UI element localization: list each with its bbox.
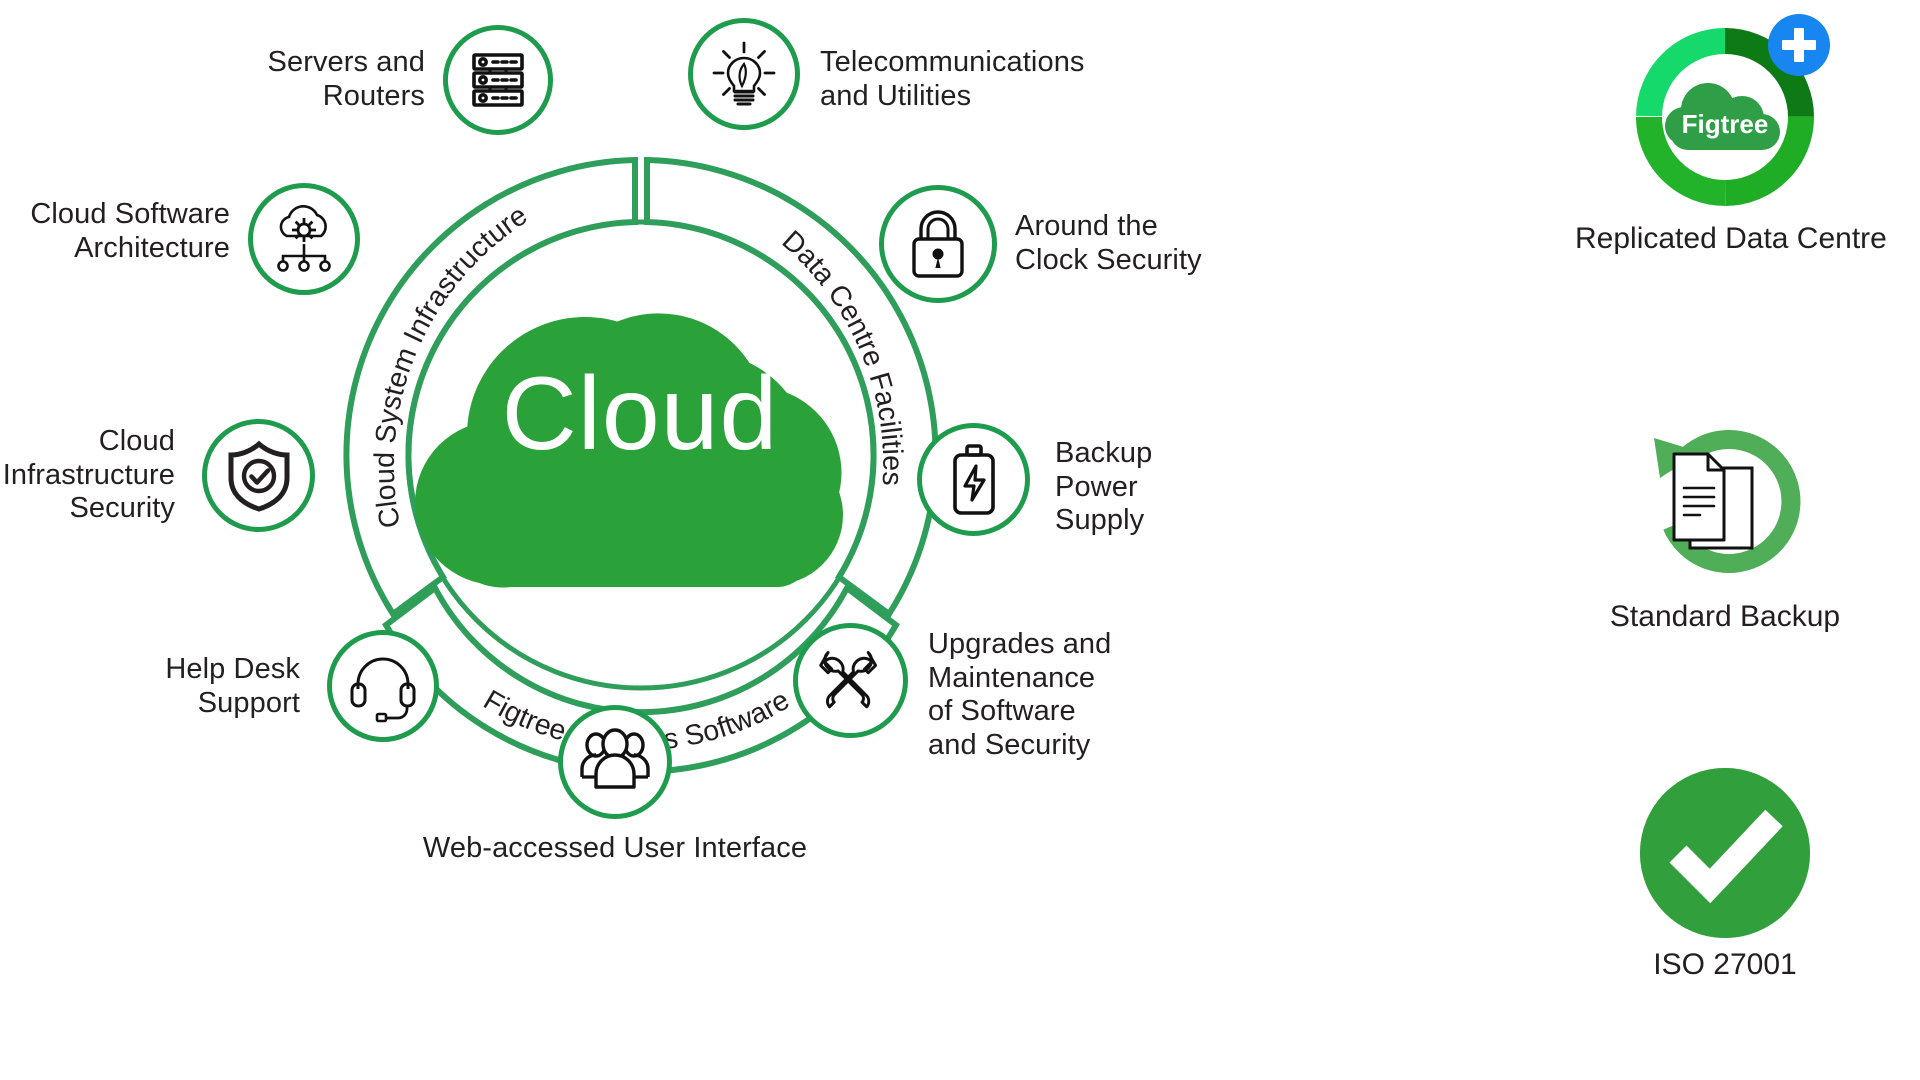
node-label-cloud-software-architecture: Cloud Software Architecture: [30, 198, 230, 264]
node-label-cloud-infrastructure-security: Cloud Infrastructure Security: [2, 425, 175, 525]
server-rack-icon: [443, 25, 553, 135]
users-group-icon: [558, 705, 672, 819]
node-label-around-the-clock-security: Around the Clock Security: [1015, 210, 1202, 276]
rail-item-standard-backup[interactable]: Standard Backup: [1575, 420, 1875, 634]
figtree-wordmark: Figtree: [1682, 109, 1769, 139]
rail-item-replicated-data-centre[interactable]: Figtree Replicated Data Centre: [1575, 14, 1887, 256]
rail-label-iso-27001: ISO 27001: [1653, 948, 1797, 981]
rail-label-replicated-data-centre: Replicated Data Centre: [1575, 222, 1887, 255]
plus-badge-icon: [1768, 14, 1830, 76]
node-label-upgrades-and-maintenance: Upgrades and Maintenance of Software and…: [928, 628, 1112, 761]
refresh-documents-icon: [1630, 420, 1820, 590]
padlock-icon: [879, 185, 997, 303]
headset-icon: [327, 630, 439, 742]
node-label-telecommunications: Telecommunications and Utilities: [820, 46, 1085, 112]
lightbulb-leaf-icon: [688, 18, 800, 130]
green-check-circle-icon: [1640, 768, 1810, 938]
node-label-backup-power-supply: Backup Power Supply: [1055, 437, 1153, 537]
cloud-gear-network-icon: [248, 183, 360, 295]
battery-bolt-icon: [917, 423, 1030, 536]
node-label-help-desk-support: Help Desk Support: [165, 653, 300, 719]
crossed-wrenches-icon: [793, 623, 908, 738]
rail-item-iso-27001[interactable]: ISO 27001: [1575, 768, 1875, 982]
shield-check-icon: [202, 419, 315, 532]
center-cloud-label: Cloud: [501, 356, 779, 472]
rail-label-standard-backup: Standard Backup: [1609, 600, 1841, 633]
figtree-cloud-ring-icon: Figtree: [1630, 14, 1830, 212]
node-label-web-accessed-user-interface: Web-accessed User Interface: [422, 832, 808, 864]
node-label-servers-and-routers: Servers and Routers: [267, 46, 425, 112]
